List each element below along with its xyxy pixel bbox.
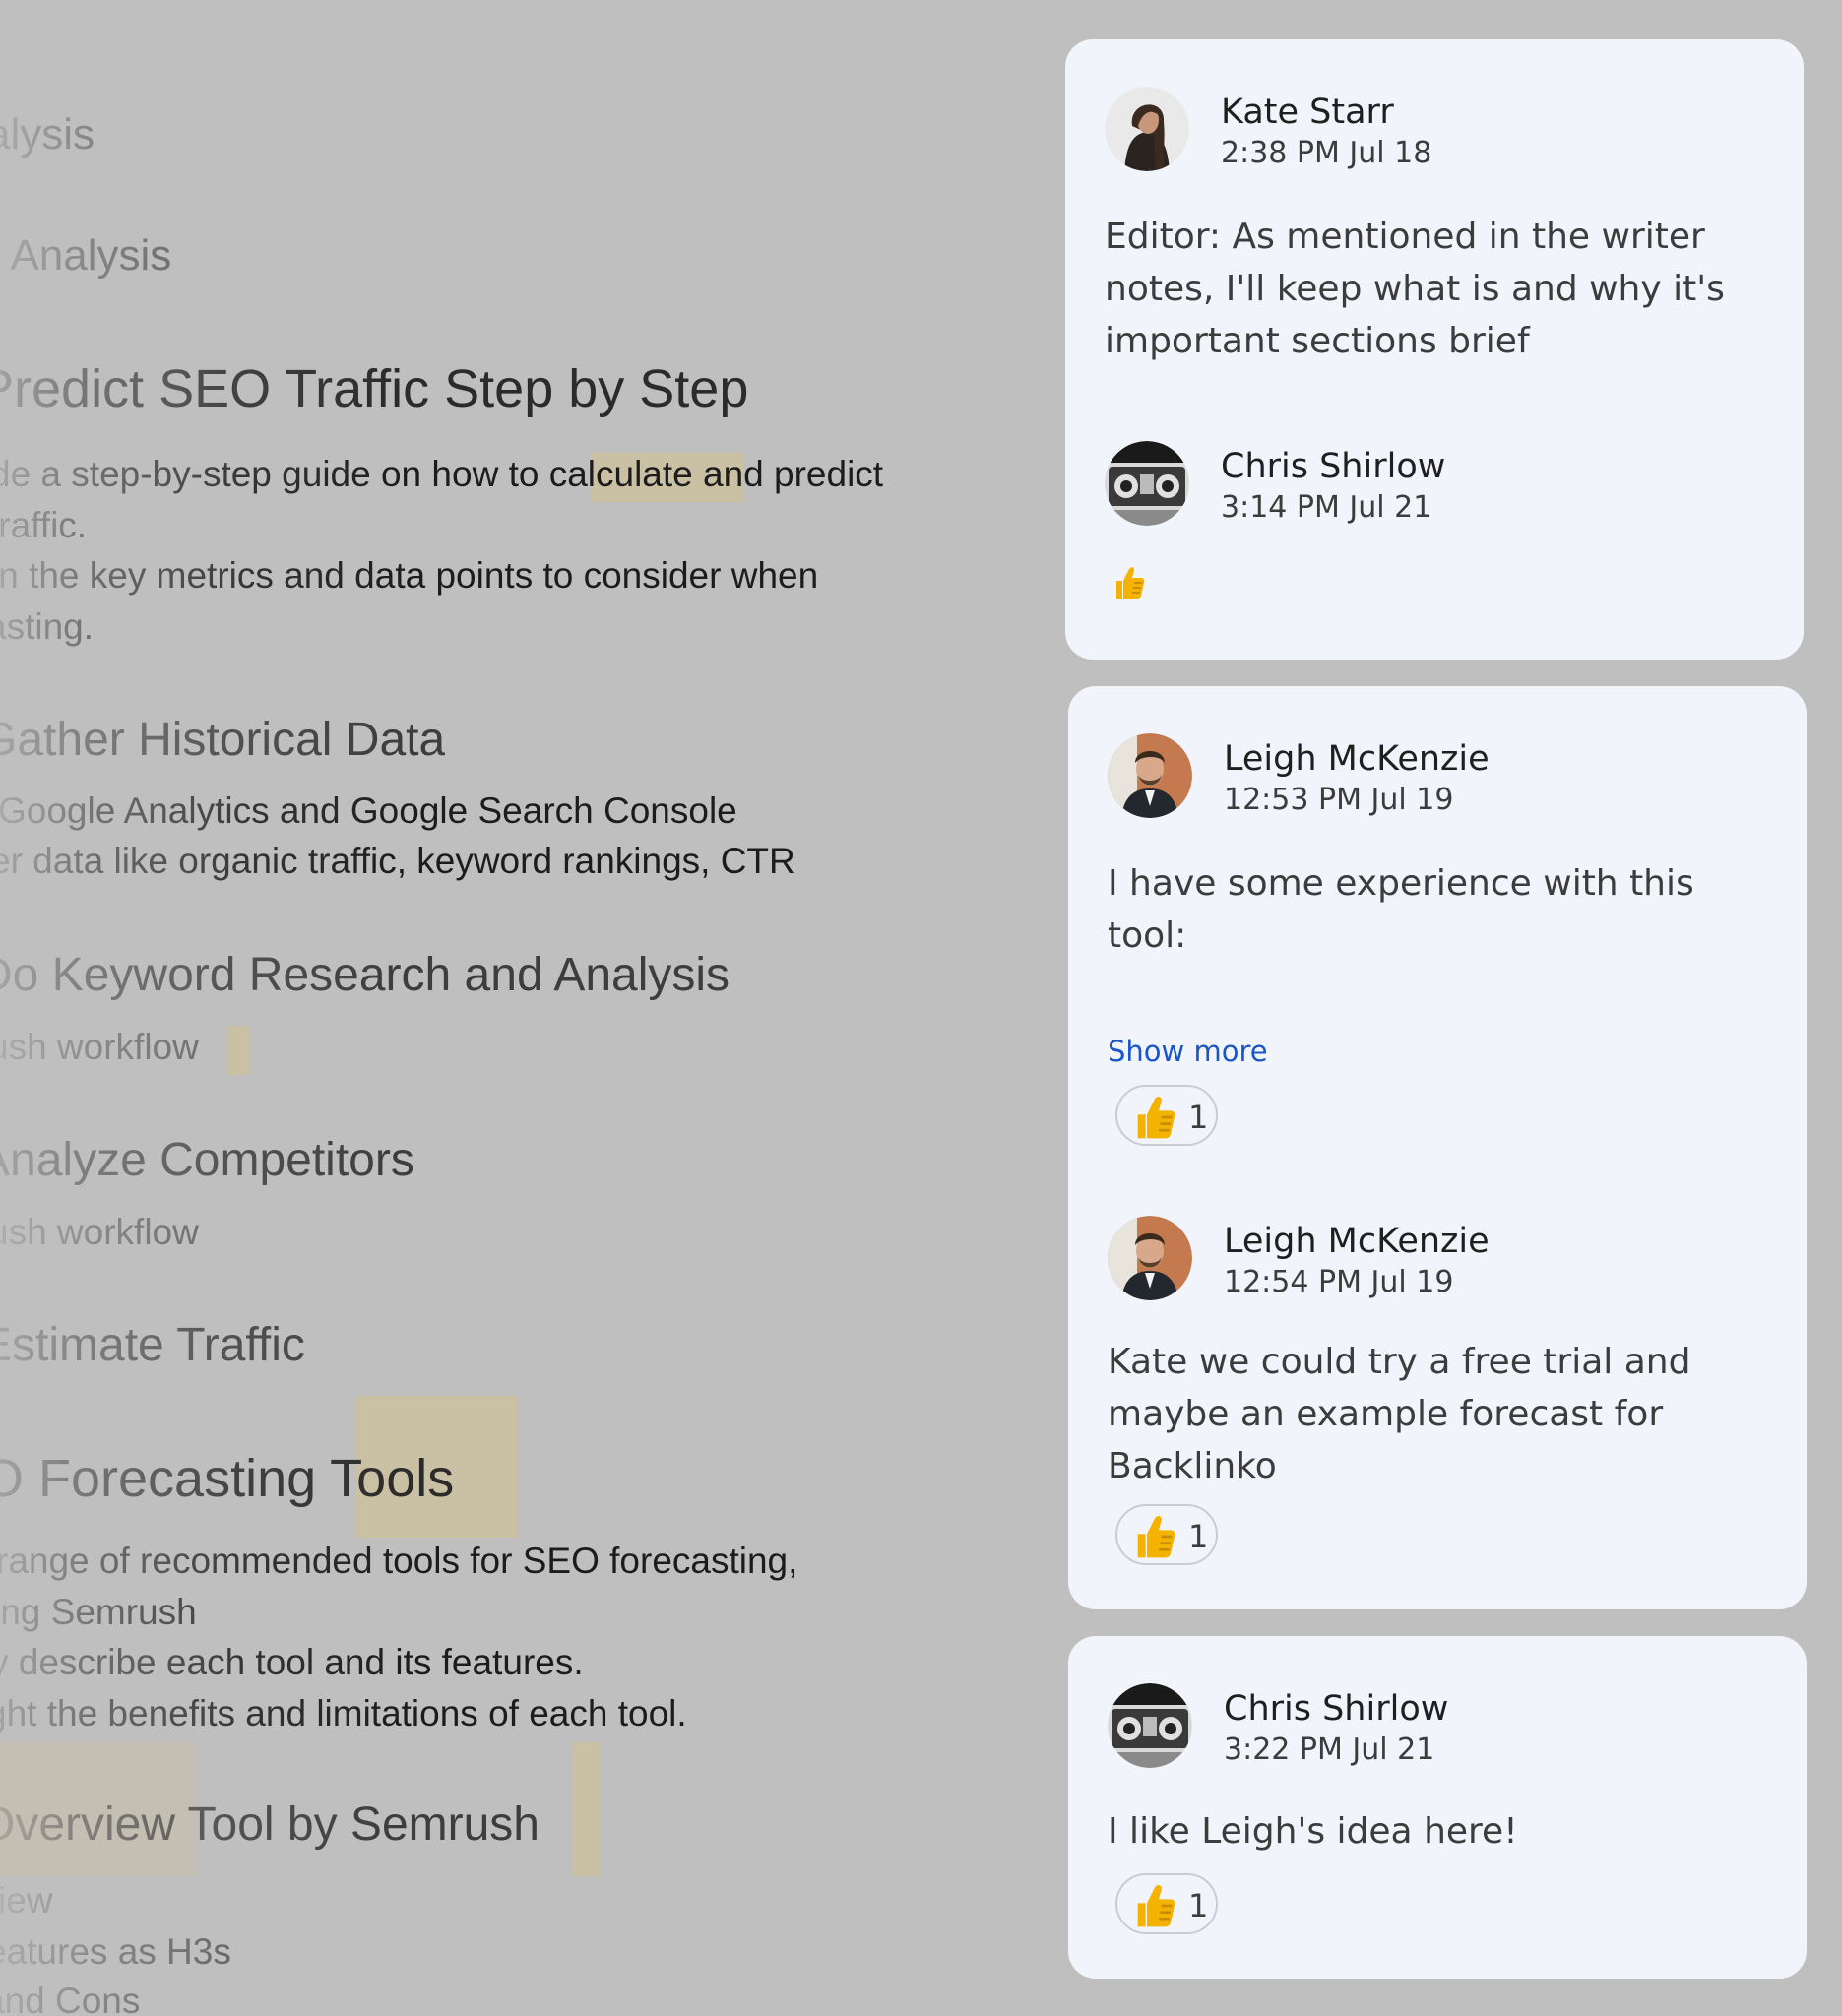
doc-heading: Overview Tool by Semrush [0, 1798, 540, 1851]
thumbs-up-icon [1112, 565, 1146, 604]
doc-heading: r Analysis [0, 231, 172, 280]
doc-paragraph: in the key metrics and data points to co… [0, 555, 819, 596]
doc-paragraph: de a step-by-step guide on how to calcul… [0, 454, 884, 494]
thumbs-up-icon [1131, 1513, 1178, 1564]
doc-paragraph: eatures as H3s [0, 1931, 231, 1972]
doc-paragraph: and Cons [0, 1981, 141, 2016]
comment-highlight[interactable] [228, 1026, 250, 1075]
comment: Chris Shirlow 3:22 PM Jul 21 I like Leig… [1108, 1683, 1767, 1959]
comment: Leigh McKenzie 12:54 PM Jul 19 Kate we c… [1108, 1216, 1767, 1590]
doc-heading: Analyze Competitors [0, 1134, 414, 1186]
comment-timestamp: 12:54 PM Jul 19 [1224, 1265, 1454, 1299]
document-area: alysis r Analysis Predict SEO Traffic St… [0, 0, 1063, 2016]
doc-heading: Estimate Traffic [0, 1319, 305, 1371]
doc-paragraph: ing Semrush [0, 1592, 197, 1632]
comment-thread[interactable]: Kate Starr 2:38 PM Jul 18 Editor: As men… [1065, 39, 1804, 660]
man-avatar-icon[interactable] [1108, 1216, 1192, 1300]
boombox-avatar-icon[interactable] [1108, 1683, 1192, 1768]
doc-paragraph: range of recommended tools for SEO forec… [0, 1541, 798, 1581]
comment: Kate Starr 2:38 PM Jul 18 Editor: As men… [1105, 87, 1764, 361]
boombox-avatar-icon[interactable] [1105, 441, 1189, 526]
comment-author: Chris Shirlow [1224, 1689, 1449, 1729]
reaction-chip[interactable]: 1 [1115, 1873, 1218, 1934]
doc-paragraph: asting. [0, 606, 95, 647]
comment-text: Kate we could try a free trial and maybe… [1108, 1342, 1691, 1486]
doc-paragraph: y describe each tool and its features. [0, 1642, 584, 1682]
comment-text: Editor: As mentioned in the writer notes… [1105, 217, 1725, 361]
reaction-count: 1 [1188, 1887, 1209, 1924]
doc-paragraph: ght the benefits and limitations of each… [0, 1693, 687, 1733]
doc-paragraph: traffic. [0, 505, 88, 545]
comment-text: I like Leigh's idea here! [1108, 1811, 1518, 1852]
comment-highlight[interactable] [573, 1742, 601, 1876]
reaction-count: 1 [1188, 1518, 1209, 1555]
doc-paragraph: Google Analytics and Google Search Conso… [0, 790, 737, 831]
show-more-link[interactable]: Show more [1108, 1035, 1268, 1068]
man-avatar-icon[interactable] [1108, 733, 1192, 818]
comment-timestamp: 3:22 PM Jul 21 [1224, 1732, 1435, 1767]
doc-paragraph: er data like organic traffic, keyword ra… [0, 841, 795, 881]
comment-author: Leigh McKenzie [1224, 1222, 1490, 1261]
comment-timestamp: 12:53 PM Jul 19 [1224, 783, 1454, 817]
reaction-chip[interactable]: 1 [1115, 1504, 1218, 1565]
doc-heading: alysis [0, 110, 95, 158]
reaction-count: 1 [1188, 1099, 1209, 1136]
comment-author: Chris Shirlow [1221, 447, 1446, 486]
comment-thread[interactable]: Leigh McKenzie 12:53 PM Jul 19 I have so… [1068, 686, 1807, 1609]
doc-paragraph: ush workflow [0, 1212, 199, 1252]
woman-avatar-icon[interactable] [1105, 87, 1189, 171]
comment-timestamp: 2:38 PM Jul 18 [1221, 136, 1432, 170]
comment-author: Kate Starr [1221, 93, 1394, 132]
doc-paragraph: ush workflow [0, 1027, 199, 1067]
comment-text: I have some experience with this tool: [1108, 863, 1694, 956]
comment-thread[interactable]: Chris Shirlow 3:22 PM Jul 21 I like Leig… [1068, 1636, 1807, 1979]
doc-heading: Gather Historical Data [0, 714, 446, 766]
doc-heading: O Forecasting Tools [0, 1449, 455, 1508]
thumbs-up-icon [1131, 1094, 1178, 1145]
doc-heading: Do Keyword Research and Analysis [0, 949, 730, 1001]
doc-heading: Predict SEO Traffic Step by Step [0, 359, 749, 418]
comment: Chris Shirlow 3:14 PM Jul 21 [1105, 441, 1764, 618]
comment-timestamp: 3:14 PM Jul 21 [1221, 490, 1432, 525]
comment: Leigh McKenzie 12:53 PM Jul 19 I have so… [1108, 733, 1767, 1157]
comment-author: Leigh McKenzie [1224, 739, 1490, 779]
reaction-chip[interactable]: 1 [1115, 1085, 1218, 1146]
thumbs-up-icon [1131, 1882, 1178, 1933]
doc-paragraph: iew [0, 1880, 53, 1921]
